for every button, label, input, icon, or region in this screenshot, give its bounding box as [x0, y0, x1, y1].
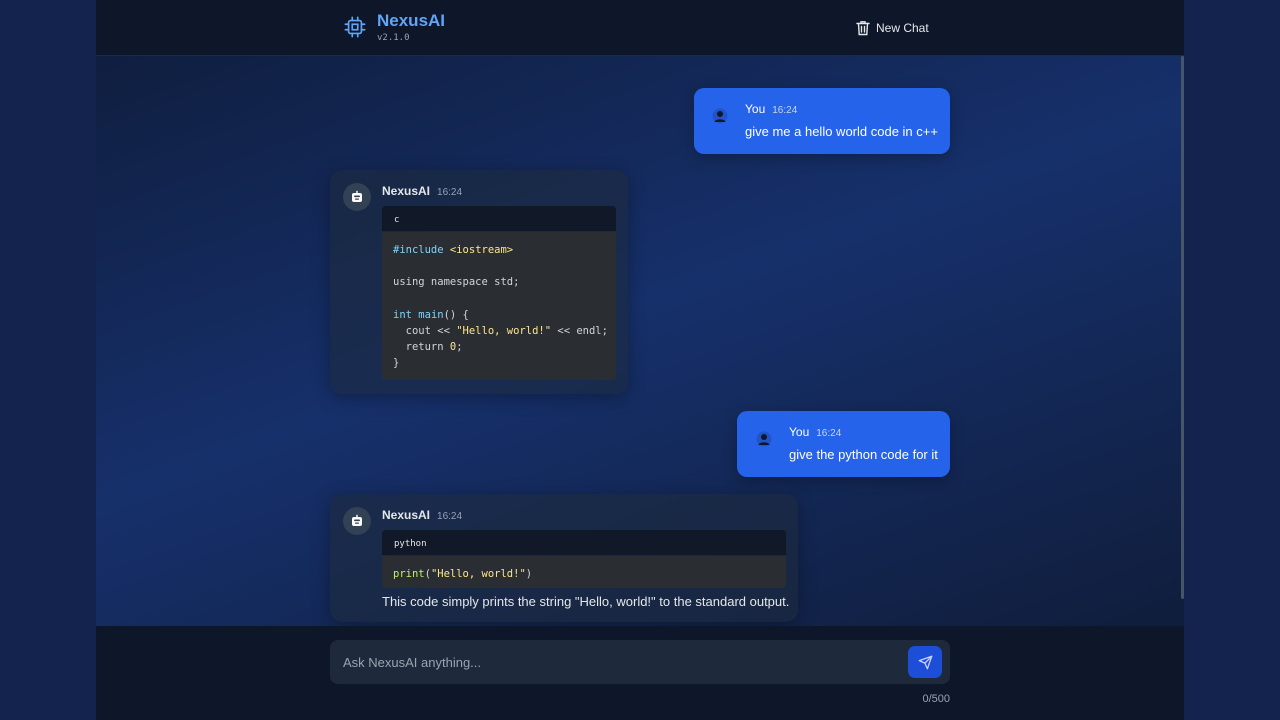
code-line: #include <iostream>: [393, 244, 514, 256]
code-line: int main() {: [393, 308, 469, 321]
header: NexusAI v2.1.0 New Chat: [96, 0, 1184, 56]
app-version: v2.1.0: [377, 33, 410, 43]
new-chat-button[interactable]: New Chat: [856, 17, 929, 39]
message-time: 16:24: [437, 187, 463, 198]
composer: 0/500: [96, 626, 1184, 720]
message-text: give the python code for it: [789, 447, 938, 462]
app-title: NexusAI: [377, 11, 446, 30]
code-line: cout << "Hello, world!" << endl;: [393, 325, 608, 338]
chat-messages[interactable]: You 16:24 give me a hello world code in …: [96, 56, 1184, 626]
ai-avatar: [343, 507, 371, 535]
code-line: }: [393, 357, 400, 370]
robot-icon: [352, 190, 362, 202]
message-sender: You: [745, 102, 766, 116]
send-icon: [918, 655, 932, 669]
brand: NexusAI v2.1.0: [344, 12, 445, 43]
assistant-message: NexusAI 16:24 c #include <iostream> usin…: [330, 170, 628, 394]
cpu-chip-icon: [344, 16, 366, 38]
code-block[interactable]: #include <iostream> using namespace std;…: [382, 232, 616, 380]
user-message: You 16:24 give me a hello world code in …: [694, 88, 950, 154]
code-language: c: [382, 206, 616, 231]
assistant-message: NexusAI 16:24 python print("Hello, world…: [330, 494, 798, 622]
code-block[interactable]: print("Hello, world!"): [382, 556, 786, 588]
message-sender: You: [789, 425, 810, 439]
code-line: return 0;: [393, 341, 463, 354]
code-language: python: [382, 530, 786, 555]
message-sender: NexusAI: [382, 184, 431, 198]
message-sender: NexusAI: [382, 508, 431, 522]
code-line: using namespace std;: [393, 276, 520, 289]
composer-box: [330, 640, 950, 684]
send-button[interactable]: [908, 646, 942, 678]
message-time: 16:24: [816, 428, 842, 439]
message-text: give me a hello world code in c++: [745, 124, 938, 139]
message-time: 16:24: [772, 105, 798, 116]
chat-app: NexusAI v2.1.0 New Chat You 16:24 give m…: [96, 0, 1184, 720]
message-time: 16:24: [437, 511, 463, 522]
trash-icon: [856, 21, 870, 36]
user-icon: [756, 431, 772, 447]
message-text: This code simply prints the string "Hell…: [382, 594, 790, 609]
character-counter: 0/500: [922, 693, 950, 705]
new-chat-label: New Chat: [876, 21, 929, 35]
code-line: print("Hello, world!"): [393, 568, 533, 580]
user-icon: [712, 108, 728, 124]
chat-scrollbar[interactable]: [1181, 56, 1184, 599]
user-message: You 16:24 give the python code for it: [737, 411, 950, 477]
ai-avatar: [343, 183, 371, 211]
robot-icon: [352, 514, 362, 526]
message-input[interactable]: [330, 640, 890, 684]
